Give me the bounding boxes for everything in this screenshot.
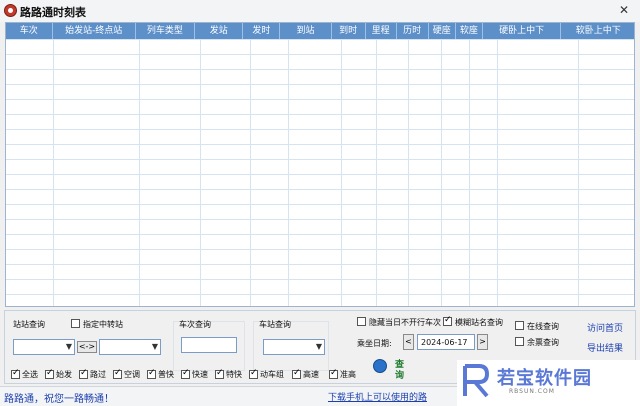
col-header[interactable]: 发站 — [195, 23, 244, 39]
col-header[interactable]: 到时 — [332, 23, 366, 39]
col-header[interactable]: 硬卧上中下 — [483, 23, 562, 39]
status-message: 路路通，祝您一路畅通！ — [4, 394, 114, 405]
train-query-label: 车次查询 — [179, 319, 211, 330]
query-label-2: 询 — [395, 371, 405, 381]
transfer-label: 指定中转站 — [83, 320, 123, 329]
chevron-down-icon: ▼ — [151, 342, 158, 351]
date-picker[interactable]: 2024-06-17 — [417, 334, 475, 350]
col-header[interactable]: 到站 — [280, 23, 332, 39]
grid-header: 车次 始发站-终点站 列车类型 发站 发时 到站 到时 里程 历时 硬座 软座 … — [6, 23, 634, 39]
filter-label: 特快 — [226, 370, 242, 379]
filter-checkbox[interactable] — [79, 368, 88, 379]
date-label: 乘坐日期: — [357, 339, 392, 348]
filter-label: 普快 — [158, 370, 174, 379]
home-link[interactable]: 访问首页 — [587, 321, 623, 334]
grid-divider — [250, 39, 251, 306]
filter-checkbox[interactable] — [147, 368, 156, 379]
filter-label: 路过 — [90, 370, 106, 379]
swap-button[interactable]: <-> — [77, 341, 97, 353]
grid-divider — [441, 39, 442, 306]
station-query-label: 站站查询 — [13, 320, 45, 329]
filter-label: 快速 — [192, 370, 208, 379]
station-select[interactable]: ▼ — [263, 339, 325, 355]
app-icon — [4, 4, 17, 17]
search-icon — [373, 359, 387, 373]
filter-label: 空调 — [124, 370, 140, 379]
filter-checkbox[interactable] — [249, 368, 258, 379]
title-bar: 路路通时刻表 ✕ — [0, 0, 640, 22]
window-title: 路路通时刻表 — [20, 6, 86, 19]
filter-label: 高速 — [303, 370, 319, 379]
prev-date-button[interactable]: < — [403, 334, 414, 350]
grid-divider — [578, 39, 579, 306]
grid-divider — [469, 39, 470, 306]
filter-checkbox[interactable] — [113, 368, 122, 379]
filter-checkbox[interactable] — [329, 368, 338, 379]
col-header[interactable]: 发时 — [243, 23, 281, 39]
grid-divider — [200, 39, 201, 306]
close-button[interactable]: ✕ — [614, 2, 634, 18]
fuzzy-label: 模糊站名查询 — [455, 318, 503, 327]
grid-divider — [53, 39, 54, 306]
grid-divider — [139, 39, 140, 306]
filter-label: 始发 — [56, 370, 72, 379]
from-station-select[interactable]: ▼ — [13, 339, 75, 355]
filter-label: 准高 — [340, 370, 356, 379]
grid-divider — [408, 39, 409, 306]
filter-checkbox[interactable] — [292, 368, 301, 379]
chevron-down-icon: ▼ — [65, 342, 72, 351]
filter-row: 全选 始发 路过 空调 普快 快速 特快 动车组 高速 准高 — [9, 368, 369, 381]
grid-divider — [376, 39, 377, 306]
date-value: 2024-06-17 — [421, 338, 468, 347]
col-header[interactable]: 始发站-终点站 — [53, 23, 136, 39]
grid-rows — [6, 39, 634, 306]
col-header[interactable]: 硬座 — [429, 23, 456, 39]
query-button[interactable]: 查 询 — [373, 357, 413, 383]
filter-checkbox[interactable] — [11, 368, 20, 379]
hide-no-run-label: 隐藏当日不开行车次 — [369, 318, 441, 327]
col-header[interactable]: 列车类型 — [136, 23, 195, 39]
grid-divider — [497, 39, 498, 306]
export-link[interactable]: 导出结果 — [587, 341, 623, 354]
hide-no-run-checkbox[interactable] — [357, 317, 366, 326]
filter-checkbox[interactable] — [215, 368, 224, 379]
timetable-grid[interactable]: 车次 始发站-终点站 列车类型 发站 发时 到站 到时 里程 历时 硬座 软座 … — [5, 22, 635, 307]
col-header[interactable]: 软座 — [456, 23, 483, 39]
filter-checkbox[interactable] — [45, 368, 54, 379]
fuzzy-checkbox[interactable] — [443, 315, 452, 326]
train-number-input[interactable] — [181, 337, 237, 353]
watermark-logo-icon — [463, 364, 489, 398]
ticket-checkbox[interactable] — [515, 337, 524, 346]
filter-checkbox[interactable] — [181, 368, 190, 379]
col-header[interactable]: 软卧上中下 — [561, 23, 634, 39]
mobile-download-link[interactable]: 下载手机上可以使用的路 — [328, 390, 427, 403]
watermark: 若宝软件园 RBSUN.COM — [457, 360, 640, 406]
online-checkbox[interactable] — [515, 321, 524, 330]
filter-label: 动车组 — [260, 370, 284, 379]
grid-divider — [288, 39, 289, 306]
watermark-text: 若宝软件园 — [497, 368, 592, 389]
online-label: 在线查询 — [527, 322, 559, 331]
watermark-sub: RBSUN.COM — [509, 388, 555, 395]
transfer-checkbox[interactable] — [71, 319, 80, 328]
next-date-button[interactable]: > — [477, 334, 488, 350]
ticket-label: 余票查询 — [527, 338, 559, 347]
col-header[interactable]: 车次 — [6, 23, 53, 39]
filter-label: 全选 — [22, 370, 38, 379]
grid-divider — [341, 39, 342, 306]
station-stop-query-label: 车站查询 — [259, 319, 291, 330]
chevron-down-icon: ▼ — [315, 342, 322, 351]
col-header[interactable]: 里程 — [366, 23, 397, 39]
to-station-select[interactable]: ▼ — [99, 339, 161, 355]
col-header[interactable]: 历时 — [397, 23, 429, 39]
